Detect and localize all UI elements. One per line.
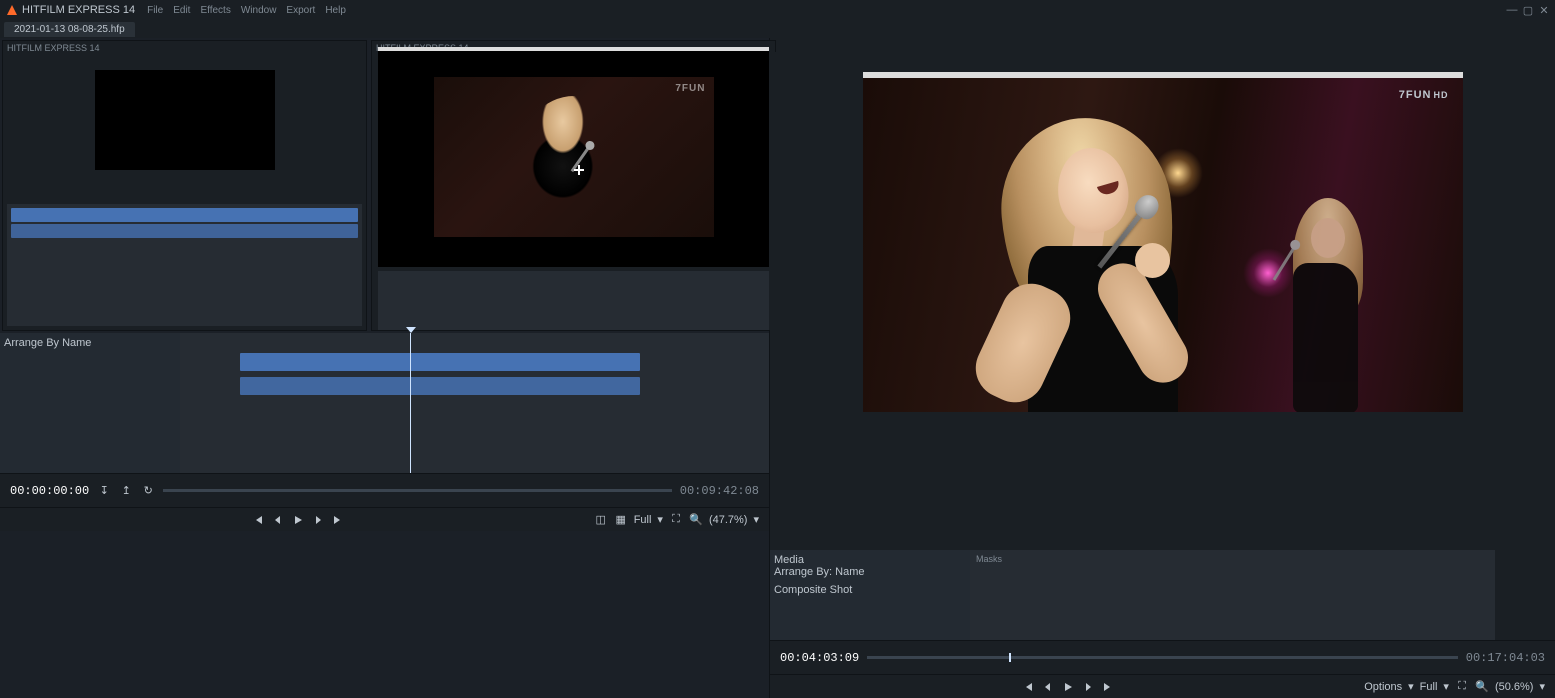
right-mini-timeline: Masks <box>970 550 1495 640</box>
embedded-viewer-black <box>3 41 366 200</box>
minimize-button[interactable]: — <box>1507 5 1517 15</box>
set-in-icon[interactable]: ↧ <box>97 484 111 498</box>
menu-export[interactable]: Export <box>286 5 315 16</box>
embedded-timeline-mini <box>7 204 362 326</box>
crosshair-marker <box>574 165 584 175</box>
fit-icon[interactable]: ⛶ <box>669 513 683 527</box>
title-bar: HITFILM EXPRESS 14 File Edit Effects Win… <box>0 0 1555 20</box>
zoom-icon[interactable]: 🔍 <box>689 513 703 527</box>
safe-icon[interactable]: ▦ <box>614 513 628 527</box>
set-out-icon[interactable]: ↥ <box>119 484 133 498</box>
embedded-viewer-scene: 7FUN <box>378 47 769 267</box>
right-viewer-strip: 00:04:03:09 00:17:04:03 <box>770 640 1555 674</box>
left-timecode[interactable]: 00:00:00:00 <box>10 484 89 498</box>
right-mini-masks[interactable]: Masks <box>976 554 1002 564</box>
right-app-instance: 7FUNHD Media Arrange By: Name Composite … <box>770 38 1555 698</box>
app-title: HITFILM EXPRESS 14 <box>22 4 135 16</box>
embedded-app-left: HITFILM EXPRESS 14 <box>2 40 367 331</box>
right-transport: Options▾ Full▾ ⛶ 🔍 (50.6%)▾ <box>770 674 1555 698</box>
embedded-lower-panels <box>378 271 769 331</box>
play-icon[interactable] <box>1061 680 1075 694</box>
embedded-app-right: HITFILM EXPRESS 14 7FUN <box>371 40 776 331</box>
channel-watermark: 7FUNHD <box>1399 86 1449 101</box>
right-mini-arrange: Arrange By: Name <box>774 566 966 578</box>
skip-back-icon[interactable] <box>1021 680 1035 694</box>
mini-clip-row <box>11 208 358 222</box>
foreground-singer <box>943 108 1203 412</box>
frame-back-icon[interactable] <box>1041 680 1055 694</box>
embedded-playhead[interactable] <box>410 333 411 473</box>
maximize-button[interactable]: ▢ <box>1523 5 1533 15</box>
right-mini-media: Media Arrange By: Name Composite Shot <box>770 550 970 640</box>
menu-file[interactable]: File <box>147 5 163 16</box>
embedded-audio-clip[interactable] <box>240 377 640 395</box>
watermark-small: 7FUN <box>675 83 705 94</box>
zoom-value-r[interactable]: (50.6%) <box>1495 681 1534 693</box>
right-mini-composite[interactable]: Composite Shot <box>774 584 966 596</box>
quality-menu[interactable]: Full <box>634 514 652 526</box>
close-button[interactable]: ✕ <box>1539 5 1549 15</box>
project-tab[interactable]: 2021-01-13 08-08-25.hfp <box>4 22 135 37</box>
right-viewer[interactable]: 7FUNHD <box>863 72 1463 412</box>
embedded-title: HITFILM EXPRESS 14 <box>7 43 100 53</box>
embedded-timeline: Arrange By Name <box>0 333 769 473</box>
embedded-media-panel: Arrange By Name <box>0 333 180 473</box>
right-mini-meters <box>1495 550 1555 640</box>
right-timecode[interactable]: 00:04:03:09 <box>780 651 859 665</box>
right-mini-panels: Media Arrange By: Name Composite Shot Ma… <box>770 550 1555 640</box>
left-transport: ◫ ▦ Full▾ ⛶ 🔍 (47.7%)▾ <box>0 507 769 531</box>
left-duration: 00:09:42:08 <box>680 484 759 498</box>
menu-edit[interactable]: Edit <box>173 5 190 16</box>
menu-help[interactable]: Help <box>325 5 346 16</box>
skip-back-icon[interactable] <box>251 513 265 527</box>
left-viewer-strip: 00:00:00:00 ↧ ↥ ↻ 00:09:42:08 <box>0 473 769 507</box>
play-icon[interactable] <box>291 513 305 527</box>
embedded-tracks <box>180 333 769 473</box>
skip-fwd-icon[interactable] <box>1101 680 1115 694</box>
main-menu: File Edit Effects Window Export Help <box>147 5 346 16</box>
right-duration: 00:17:04:03 <box>1466 651 1545 665</box>
right-scrubber[interactable] <box>867 656 1458 659</box>
quality-menu-r[interactable]: Full <box>1420 681 1438 693</box>
left-app-instance: HITFILM EXPRESS 14 HITFILM EXPRESS 14 <box>0 38 770 698</box>
embedded-video-clip[interactable] <box>240 353 640 371</box>
embedded-arrange: Arrange By Name <box>4 337 176 349</box>
frame-back-icon[interactable] <box>271 513 285 527</box>
zoom-value[interactable]: (47.7%) <box>709 514 748 526</box>
left-scrubber[interactable] <box>163 489 672 492</box>
fit-icon[interactable]: ⛶ <box>1455 680 1469 694</box>
app-logo: HITFILM EXPRESS 14 <box>6 4 135 16</box>
menu-effects[interactable]: Effects <box>200 5 230 16</box>
right-mini-media-tab[interactable]: Media <box>774 554 966 566</box>
loop-icon[interactable]: ↻ <box>141 484 155 498</box>
mask-icon[interactable]: ◫ <box>594 513 608 527</box>
frame-fwd-icon[interactable] <box>1081 680 1095 694</box>
project-tab-strip: 2021-01-13 08-08-25.hfp <box>0 20 1555 38</box>
options-menu[interactable]: Options <box>1364 681 1402 693</box>
zoom-icon[interactable]: 🔍 <box>1475 680 1489 694</box>
frame-fwd-icon[interactable] <box>311 513 325 527</box>
window-controls: — ▢ ✕ <box>1507 5 1549 15</box>
skip-fwd-icon[interactable] <box>331 513 345 527</box>
menu-window[interactable]: Window <box>241 5 277 16</box>
mini-audio-row <box>11 224 358 238</box>
background-singer <box>1273 198 1373 408</box>
right-viewer-wrap: 7FUNHD <box>770 52 1555 550</box>
